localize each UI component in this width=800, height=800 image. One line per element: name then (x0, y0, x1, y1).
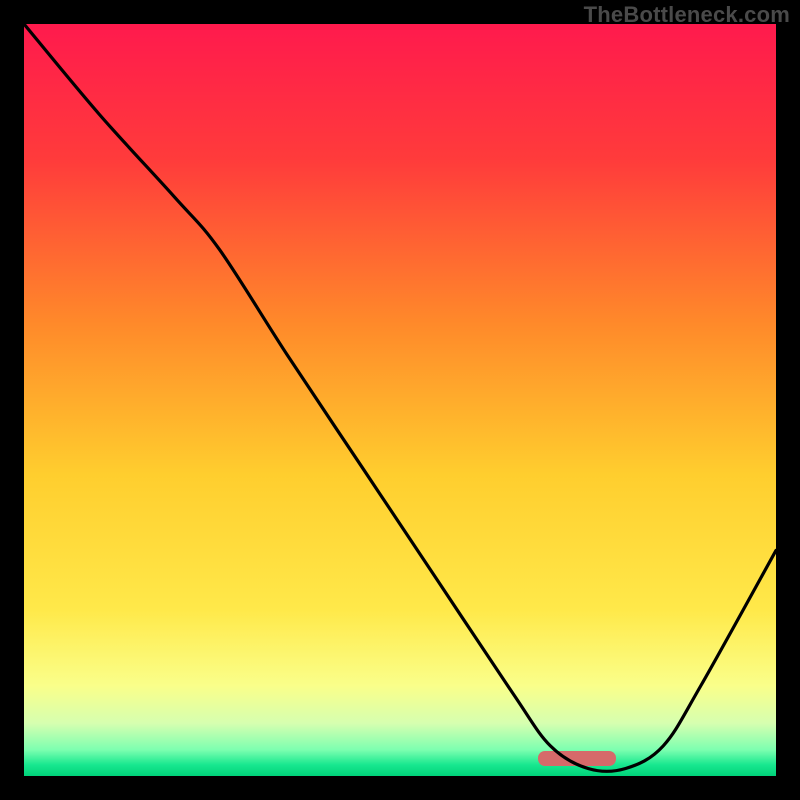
bottleneck-curve (24, 24, 776, 776)
plot-area (24, 24, 776, 776)
watermark-text: TheBottleneck.com (584, 2, 790, 28)
chart-frame: TheBottleneck.com (0, 0, 800, 800)
